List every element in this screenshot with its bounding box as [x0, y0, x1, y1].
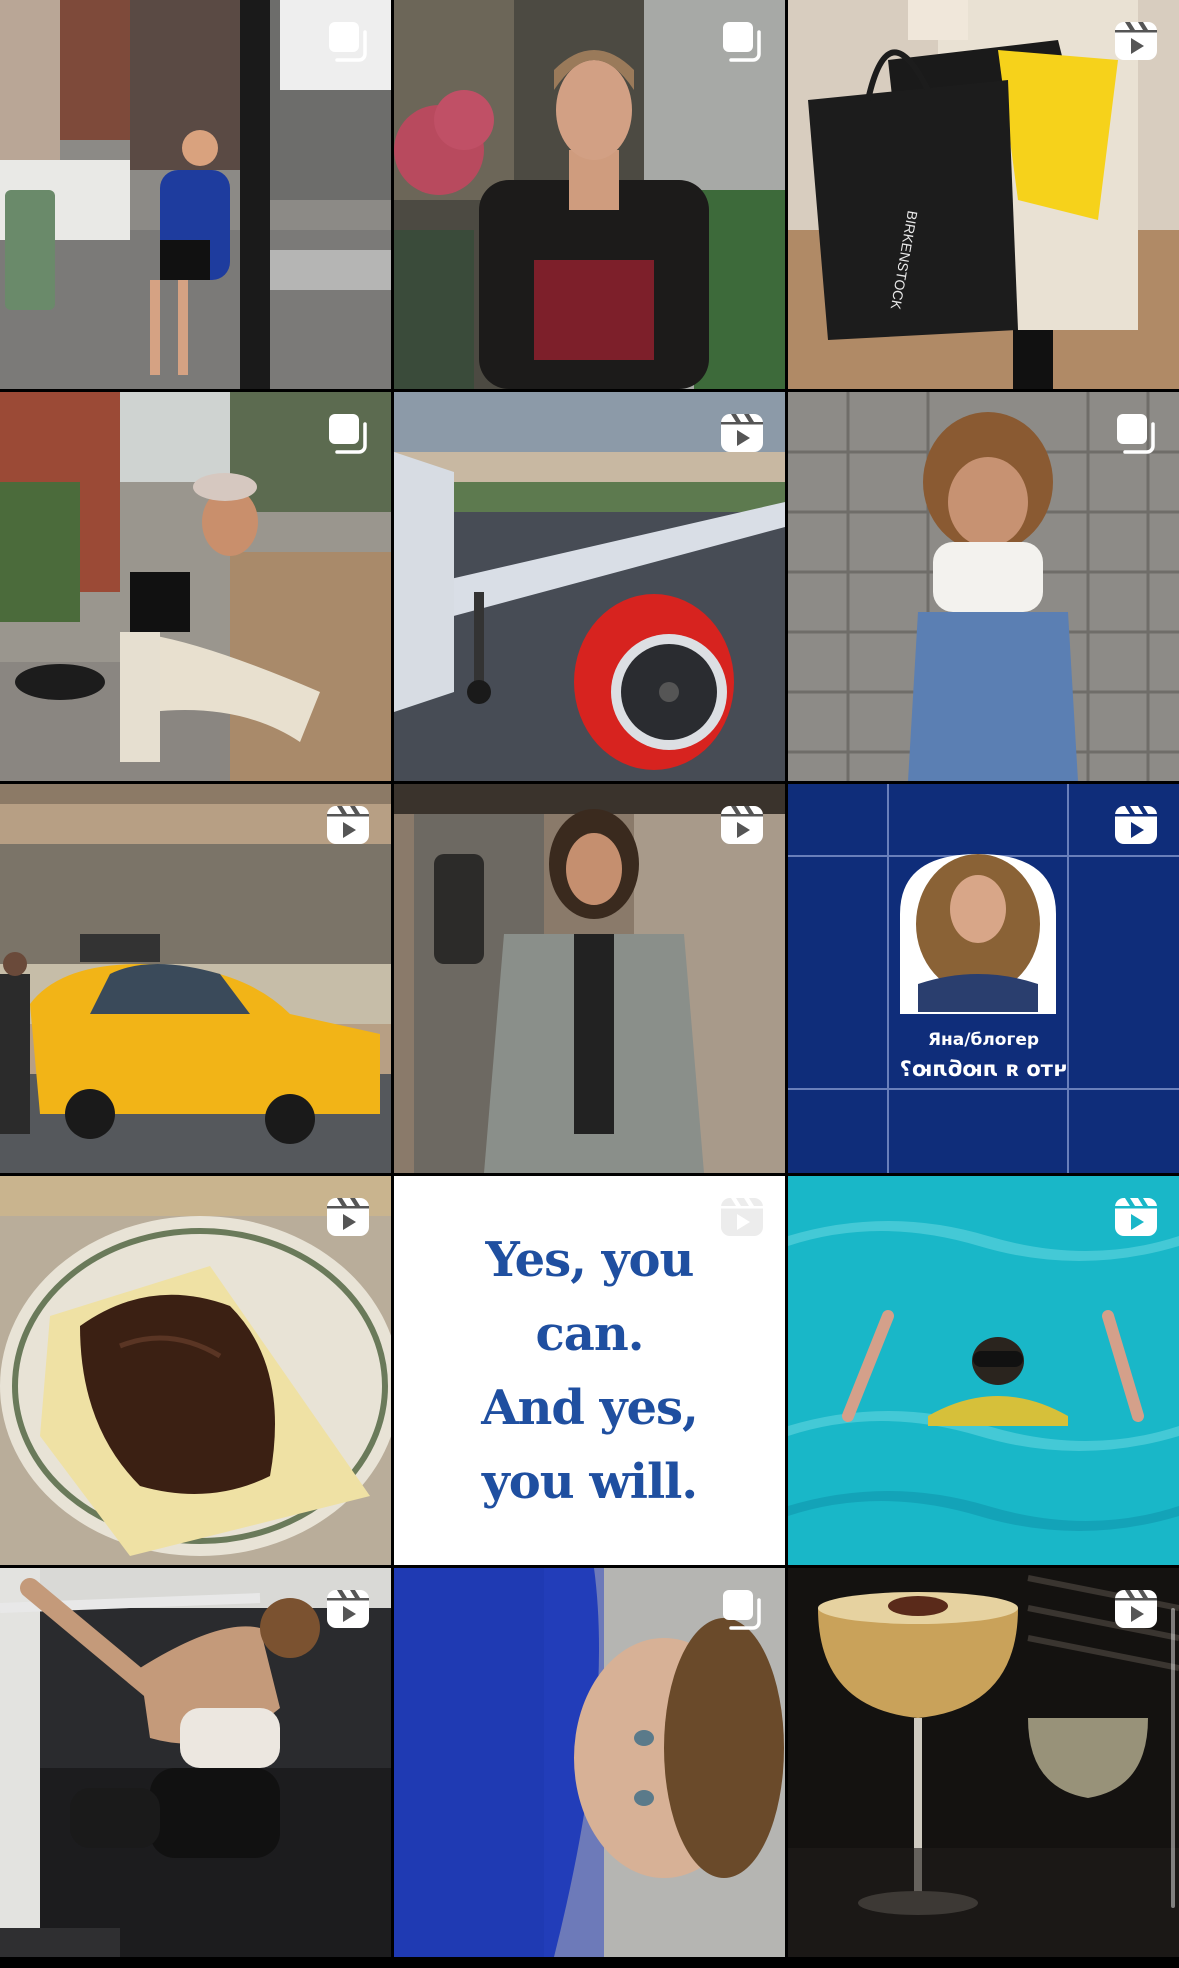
- reel-icon: [717, 408, 767, 458]
- post-tile[interactable]: [394, 784, 785, 1173]
- quote-line: you will.: [481, 1453, 698, 1510]
- carousel-icon: [323, 16, 373, 66]
- carousel-icon: [717, 1584, 767, 1634]
- scroll-indicator[interactable]: [1171, 1608, 1175, 1908]
- reel-icon: [1111, 1192, 1161, 1242]
- quote-line: And yes,: [481, 1379, 699, 1436]
- post-tile[interactable]: [394, 392, 785, 781]
- sticker-caption-line2: что я люблю?: [899, 1057, 1068, 1081]
- quote-line: can.: [535, 1305, 645, 1362]
- reel-icon: [717, 800, 767, 850]
- carousel-icon: [323, 408, 373, 458]
- carousel-icon: [717, 16, 767, 66]
- reel-icon: [1111, 16, 1161, 66]
- post-tile[interactable]: [788, 1176, 1179, 1565]
- post-tile[interactable]: Yes, you can. And yes, you will.: [394, 1176, 785, 1565]
- reel-icon: [1111, 1584, 1161, 1634]
- post-tile[interactable]: BIRKENSTOCK: [788, 0, 1179, 389]
- post-tile[interactable]: [394, 1568, 785, 1957]
- posts-grid: BIRKENSTOCK Яна/блогер что я люблю? Yes,…: [0, 0, 1179, 1968]
- post-tile[interactable]: [0, 0, 391, 389]
- reel-icon: [323, 1192, 373, 1242]
- quote-line: Yes, you: [485, 1231, 695, 1288]
- post-tile[interactable]: [788, 392, 1179, 781]
- post-tile[interactable]: [788, 1568, 1179, 1957]
- reel-icon: [323, 1584, 373, 1634]
- reel-icon: [1111, 800, 1161, 850]
- post-tile[interactable]: [0, 1568, 391, 1957]
- reel-icon: [717, 1192, 767, 1242]
- carousel-icon: [1111, 408, 1161, 458]
- post-tile[interactable]: [0, 1176, 391, 1565]
- reel-icon: [323, 800, 373, 850]
- post-tile[interactable]: [394, 0, 785, 389]
- post-tile[interactable]: Яна/блогер что я люблю?: [788, 784, 1179, 1173]
- post-tile[interactable]: [0, 784, 391, 1173]
- sticker-caption-line1: Яна/блогер: [927, 1030, 1040, 1050]
- post-tile[interactable]: [0, 392, 391, 781]
